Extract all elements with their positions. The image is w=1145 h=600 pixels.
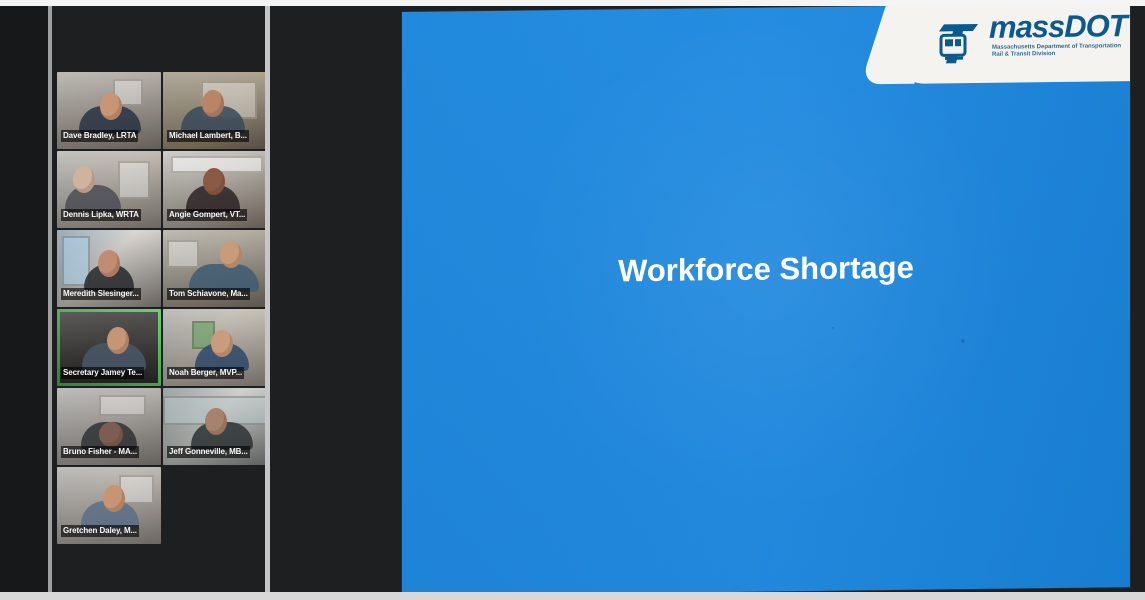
participant-name: Jeff Gonneville, MB... bbox=[167, 446, 250, 458]
participant-tile-michael-lambert[interactable]: Michael Lambert, B... bbox=[163, 72, 265, 149]
empty-gallery-slot bbox=[163, 467, 265, 544]
massdot-logo-text: massDOT Massachusetts Department of Tran… bbox=[989, 8, 1127, 59]
participant-tile-tom-schiavone[interactable]: Tom Schiavone, Ma... bbox=[163, 230, 265, 307]
participant-name: Secretary Jamey Te... bbox=[61, 367, 145, 379]
participant-head bbox=[205, 408, 227, 435]
participant-tile-gretchen-daley[interactable]: Gretchen Daley, M... bbox=[57, 467, 161, 544]
participant-name: Noah Berger, MVP... bbox=[167, 367, 245, 379]
slide-title: Workforce Shortage bbox=[618, 249, 914, 289]
participant-gallery-sidebar: Dave Bradley, LRTA Michael Lambert, B...… bbox=[48, 6, 270, 594]
participant-head bbox=[202, 90, 224, 117]
participant-tile-meredith-slesinger[interactable]: Meredith Slesinger... bbox=[57, 230, 161, 307]
background-door bbox=[118, 161, 150, 199]
participant-grid: Dave Bradley, LRTA Michael Lambert, B...… bbox=[57, 72, 265, 544]
participant-name: Gretchen Daley, M... bbox=[61, 525, 139, 537]
participant-tile-noah-berger[interactable]: Noah Berger, MVP... bbox=[163, 309, 265, 386]
participant-head bbox=[73, 166, 95, 193]
participant-name: Meredith Slesinger... bbox=[61, 288, 141, 300]
participant-head bbox=[211, 330, 233, 357]
shared-screen-stage: massDOT Massachusetts Department of Tran… bbox=[270, 6, 1145, 594]
bottom-display-edge bbox=[0, 592, 1145, 600]
massdot-brand: massDOT bbox=[989, 8, 1127, 45]
participant-head bbox=[220, 241, 242, 268]
participant-head bbox=[103, 485, 125, 512]
presentation-slide: massDOT Massachusetts Department of Tran… bbox=[402, 6, 1130, 594]
participant-name: Dave Bradley, LRTA bbox=[61, 130, 139, 142]
background-board bbox=[167, 240, 199, 268]
participant-tile-jeff-gonneville[interactable]: Jeff Gonneville, MB... bbox=[163, 388, 265, 465]
participant-name: Dennis Lipka, WRTA bbox=[61, 209, 141, 221]
participant-tile-angie-gompert[interactable]: Angie Gompert, VT... bbox=[163, 151, 265, 228]
participant-tile-dave-bradley[interactable]: Dave Bradley, LRTA bbox=[57, 72, 161, 149]
massdot-logo-icon bbox=[939, 23, 978, 64]
participant-name: Bruno Fisher - MA... bbox=[61, 446, 140, 458]
participant-tile-secretary-jamey-tesler[interactable]: Secretary Jamey Te... bbox=[57, 309, 161, 386]
participant-head bbox=[203, 168, 225, 195]
left-monitor-bezel bbox=[0, 6, 48, 594]
participant-head bbox=[100, 93, 122, 120]
participant-tile-bruno-fisher[interactable]: Bruno Fisher - MA... bbox=[57, 388, 161, 465]
screen-mark bbox=[961, 339, 965, 344]
background-shelf bbox=[99, 395, 146, 416]
participant-name: Angie Gompert, VT... bbox=[167, 209, 248, 221]
participant-name: Tom Schiavone, Ma... bbox=[167, 288, 250, 300]
participant-tile-dennis-lipka[interactable]: Dennis Lipka, WRTA bbox=[57, 151, 161, 228]
participant-head bbox=[107, 327, 129, 354]
participant-name: Michael Lambert, B... bbox=[167, 130, 249, 142]
screen-mark bbox=[832, 326, 834, 329]
participant-head bbox=[99, 422, 123, 447]
massdot-logo-card: massDOT Massachusetts Department of Tran… bbox=[898, 6, 1130, 84]
participant-head bbox=[98, 250, 120, 277]
massdot-division-subtitle: Rail & Transit Division bbox=[992, 51, 1056, 58]
monitor-screen: Dave Bradley, LRTA Michael Lambert, B...… bbox=[0, 0, 1145, 600]
